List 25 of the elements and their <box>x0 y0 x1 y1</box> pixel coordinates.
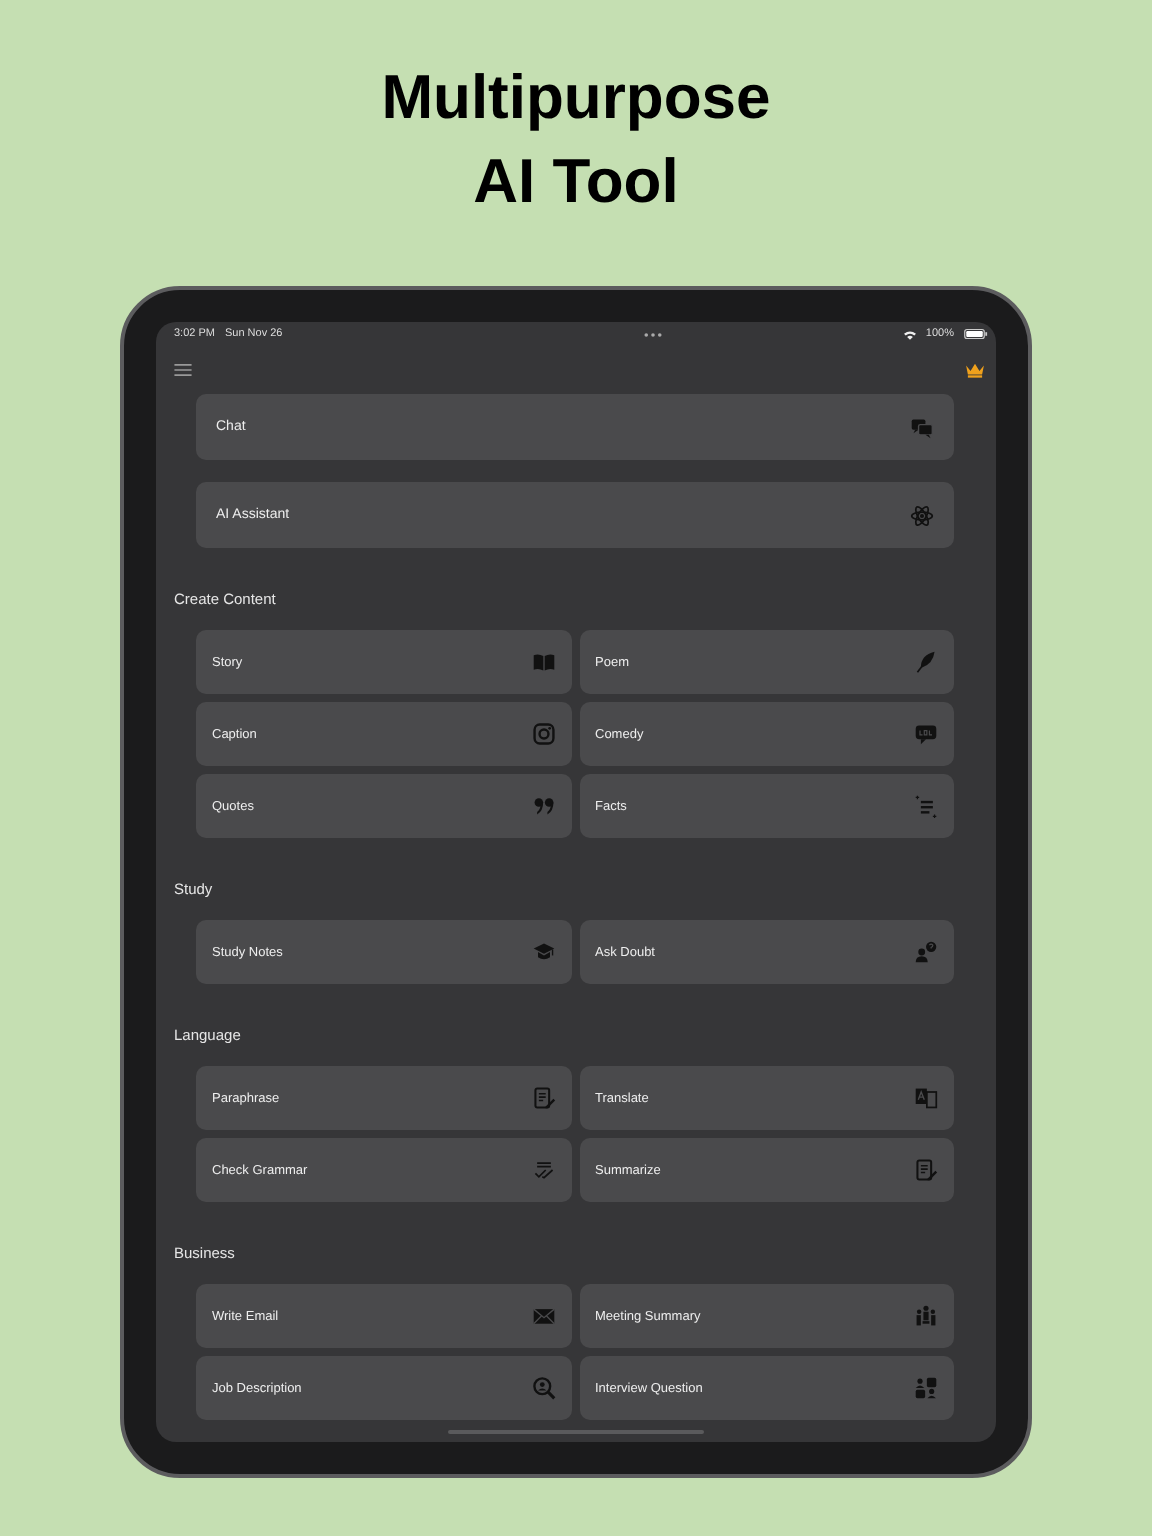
battery-icon <box>964 328 988 340</box>
book-icon <box>531 650 555 674</box>
speech-bubble-icon <box>914 722 938 746</box>
interview-grid-icon <box>914 1376 938 1400</box>
graduation-cap-icon <box>531 940 555 964</box>
menu-icon[interactable] <box>174 364 192 376</box>
feather-icon <box>914 650 938 674</box>
chat-bubbles-icon <box>910 415 934 439</box>
magnifier-person-icon <box>531 1376 555 1400</box>
quote-icon <box>531 794 555 818</box>
sparkle-lines-icon <box>914 794 938 818</box>
people-group-icon <box>914 1304 938 1328</box>
camera-icon <box>531 722 555 746</box>
headline: AI Tool <box>473 144 679 220</box>
document-pencil-icon <box>531 1086 555 1110</box>
crown-icon[interactable] <box>964 362 986 378</box>
check-marks-icon <box>531 1158 555 1182</box>
wifi-icon <box>903 329 916 339</box>
headline: Multipurpose <box>381 60 771 136</box>
person-question-icon <box>914 940 938 964</box>
atom-icon <box>910 503 934 527</box>
translate-icon <box>914 1086 938 1110</box>
document-pencil-icon <box>914 1158 938 1182</box>
envelope-icon <box>531 1304 555 1328</box>
multitask-dots-icon[interactable] <box>644 331 663 337</box>
